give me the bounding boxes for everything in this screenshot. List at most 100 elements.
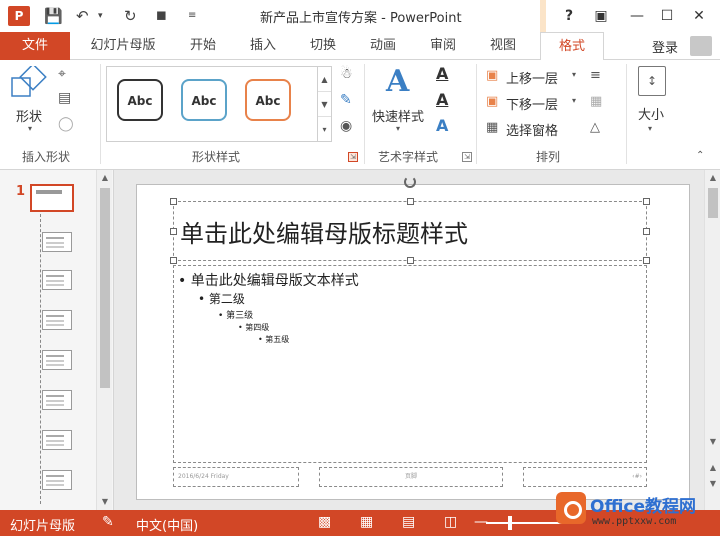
selection-pane-button[interactable]: 选择窗格 — [506, 120, 558, 139]
rotate-icon[interactable]: △ — [590, 120, 600, 135]
ribbon-display-options-icon[interactable]: ▣ — [588, 4, 614, 28]
resize-handle[interactable] — [407, 198, 414, 205]
resize-handle[interactable] — [170, 257, 177, 264]
tab-slide-master[interactable]: 幻灯片母版 — [82, 32, 164, 60]
slide-number-placeholder[interactable]: ‹#› — [523, 467, 647, 487]
art-text-launcher-icon[interactable]: ⇲ — [462, 152, 472, 162]
tab-format[interactable]: 格式 — [540, 32, 604, 61]
size-button[interactable]: 大小 — [638, 104, 664, 123]
resize-handle[interactable] — [170, 198, 177, 205]
account-avatar[interactable] — [690, 36, 712, 56]
tab-transitions[interactable]: 切换 — [298, 32, 348, 60]
shape-effects-icon[interactable]: ◉ — [340, 118, 352, 134]
align-icon[interactable]: ≡ — [590, 68, 601, 83]
gallery-more-icon[interactable]: ▾ — [318, 117, 331, 142]
text-effects-icon[interactable]: A — [436, 116, 448, 135]
close-icon[interactable]: ✕ — [686, 4, 712, 28]
bring-forward-button[interactable]: 上移一层 — [506, 68, 558, 87]
thumbnail-layout[interactable] — [42, 390, 72, 410]
notes-icon[interactable]: ✎ — [102, 514, 114, 530]
selection-pane-icon[interactable]: ▦ — [486, 120, 498, 135]
bring-forward-icon[interactable]: ▣ — [486, 68, 498, 83]
tab-review[interactable]: 审阅 — [418, 32, 468, 60]
tab-file[interactable]: 文件 — [0, 32, 70, 60]
scroll-down-icon[interactable]: ▼ — [705, 434, 720, 450]
customize-qat-icon[interactable]: ≡ — [188, 6, 196, 26]
size-icon[interactable]: ↕ — [638, 66, 666, 96]
language-indicator[interactable]: 中文(中国) — [136, 515, 198, 534]
minimize-icon[interactable]: — — [624, 4, 650, 28]
text-fill-icon[interactable]: A — [436, 64, 448, 83]
thumbnail-layout[interactable] — [42, 310, 72, 330]
zoom-slider-knob[interactable] — [508, 516, 512, 530]
merge-shapes-icon[interactable]: ◯ — [58, 116, 74, 132]
shape-outline-icon[interactable]: ✎ — [340, 92, 352, 108]
scroll-up-icon[interactable]: ▲ — [705, 170, 720, 186]
shape-style-orange[interactable]: Abc — [245, 79, 291, 121]
shapes-dropdown-icon[interactable]: ▾ — [28, 124, 32, 133]
edit-shape-icon[interactable]: ⌖ — [58, 66, 66, 82]
thumbnail-scrollbar[interactable]: ▲ ▼ — [96, 170, 112, 510]
title-placeholder[interactable]: 单击此处编辑母版标题样式 — [170, 176, 650, 264]
send-backward-icon[interactable]: ▣ — [486, 94, 498, 109]
undo-icon[interactable]: ↶ — [76, 6, 89, 26]
tab-home[interactable]: 开始 — [178, 32, 228, 60]
resize-handle[interactable] — [407, 257, 414, 264]
collapse-ribbon-icon[interactable]: ⌃ — [696, 150, 704, 161]
zoom-slider-track[interactable] — [486, 522, 566, 524]
slide-canvas[interactable]: 单击此处编辑母版标题样式 单击此处编辑母版文本样式 第二级 第三级 第四级 第五… — [136, 176, 690, 500]
thumbnail-master[interactable] — [30, 184, 74, 212]
undo-dropdown-icon[interactable]: ▾ — [98, 6, 103, 26]
tab-view[interactable]: 视图 — [478, 32, 528, 60]
resize-handle[interactable] — [643, 198, 650, 205]
quick-styles-button[interactable]: 快速样式 — [372, 106, 424, 125]
reading-view-icon[interactable]: ▤ — [402, 514, 415, 530]
body-placeholder[interactable]: 单击此处编辑母版文本样式 第二级 第三级 第四级 第五级 — [173, 265, 647, 463]
slideshow-from-start-icon[interactable]: ◼ — [156, 6, 167, 26]
rotate-handle-icon[interactable] — [404, 176, 416, 188]
scroll-thumb[interactable] — [100, 188, 110, 388]
shapes-button[interactable]: 形状 — [16, 106, 42, 125]
shapes-icon[interactable] — [10, 66, 48, 100]
gallery-up-icon[interactable]: ▲ — [318, 67, 331, 92]
bring-forward-dropdown-icon[interactable]: ▾ — [572, 70, 576, 79]
resize-handle[interactable] — [170, 228, 177, 235]
date-placeholder[interactable]: 2016/6/24 Friday — [173, 467, 299, 487]
thumbnail-layout[interactable] — [42, 270, 72, 290]
maximize-icon[interactable]: ☐ — [654, 4, 680, 28]
help-button[interactable]: ? — [556, 4, 582, 28]
shape-styles-launcher-icon[interactable]: ⇲ — [348, 152, 358, 162]
shape-fill-icon[interactable]: ☃ — [340, 66, 353, 82]
resize-handle[interactable] — [643, 257, 650, 264]
footer-placeholder[interactable]: 页脚 — [319, 467, 503, 487]
login-link[interactable]: 登录 — [652, 37, 678, 56]
size-dropdown-icon[interactable]: ▾ — [648, 124, 652, 133]
tab-insert[interactable]: 插入 — [238, 32, 288, 60]
slideshow-icon[interactable]: ◫ — [444, 514, 457, 530]
scroll-down-icon[interactable]: ▼ — [97, 494, 113, 510]
normal-view-icon[interactable]: ▩ — [318, 514, 331, 530]
gallery-down-icon[interactable]: ▼ — [318, 92, 331, 117]
resize-handle[interactable] — [643, 228, 650, 235]
shape-style-blue[interactable]: Abc — [181, 79, 227, 121]
send-backward-button[interactable]: 下移一层 — [506, 94, 558, 113]
scroll-up-icon[interactable]: ▲ — [97, 170, 113, 186]
redo-icon[interactable]: ↻ — [124, 6, 137, 26]
thumbnail-layout[interactable] — [42, 430, 72, 450]
shape-style-dark[interactable]: Abc — [117, 79, 163, 121]
thumbnail-layout[interactable] — [42, 232, 72, 252]
text-box-icon[interactable]: ▤ — [58, 90, 71, 106]
thumbnail-layout[interactable] — [42, 470, 72, 490]
quick-styles-dropdown-icon[interactable]: ▾ — [396, 124, 400, 133]
scroll-thumb[interactable] — [708, 188, 718, 218]
group-objects-icon[interactable]: ▦ — [590, 94, 602, 109]
slide-sorter-icon[interactable]: ▦ — [360, 514, 373, 530]
text-outline-icon[interactable]: A — [436, 90, 448, 109]
save-icon[interactable]: 💾 — [44, 6, 63, 26]
quick-styles-a-icon[interactable]: A — [386, 64, 409, 99]
send-backward-dropdown-icon[interactable]: ▾ — [572, 96, 576, 105]
previous-slide-icon[interactable]: ▲ — [705, 460, 720, 476]
tab-animations[interactable]: 动画 — [358, 32, 408, 60]
thumbnail-layout[interactable] — [42, 350, 72, 370]
editor-scrollbar[interactable]: ▲ ▼ ▲ ▼ — [704, 170, 720, 510]
